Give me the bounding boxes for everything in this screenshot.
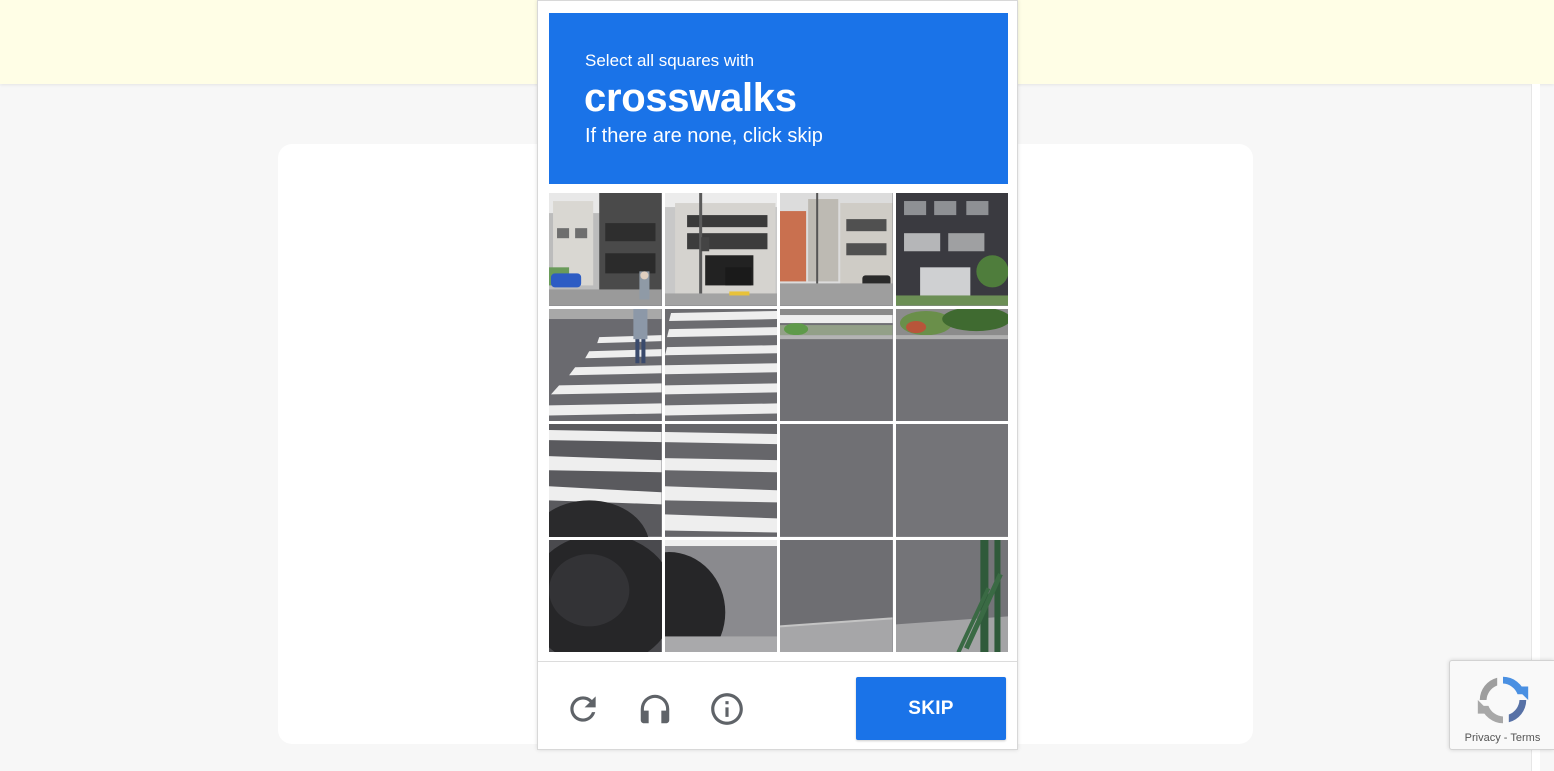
headphones-icon[interactable] [633,687,677,731]
reload-icon[interactable] [561,687,605,731]
image-tile-13[interactable] [549,539,662,652]
image-tile-4[interactable] [895,193,1008,306]
instruction-text: Select all squares with [585,51,755,70]
challenge-keyword: crosswalks [584,76,797,120]
badge-links: Privacy - Terms [1450,731,1554,745]
footer-divider [538,661,1017,662]
info-icon[interactable] [705,687,749,731]
recaptcha-logo-icon [1477,676,1529,724]
terms-link[interactable]: Terms [1510,732,1540,744]
image-tile-8[interactable] [895,308,1008,421]
image-tile-16[interactable] [895,539,1008,652]
image-tile-5[interactable] [549,308,662,421]
image-tile-1[interactable] [549,193,662,306]
skip-instruction-text: If there are none, click skip [585,125,823,147]
image-tile-11[interactable] [780,424,893,537]
image-grid [549,193,1008,652]
captcha-challenge-frame: Select all squares with crosswalks If th… [537,0,1018,750]
skip-button[interactable]: SKIP [856,677,1006,740]
image-tile-6[interactable] [664,308,777,421]
image-tile-2[interactable] [664,193,777,306]
badge-separator: - [1503,732,1508,744]
challenge-header: Select all squares with crosswalks If th… [549,13,1008,184]
image-tile-10[interactable] [664,424,777,537]
image-tile-14[interactable] [664,539,777,652]
image-tile-7[interactable] [780,308,893,421]
image-tile-12[interactable] [895,424,1008,537]
image-tile-9[interactable] [549,424,662,537]
privacy-link[interactable]: Privacy [1465,732,1501,744]
image-tile-3[interactable] [780,193,893,306]
image-tile-15[interactable] [780,539,893,652]
recaptcha-badge[interactable]: Privacy - Terms [1449,660,1554,750]
